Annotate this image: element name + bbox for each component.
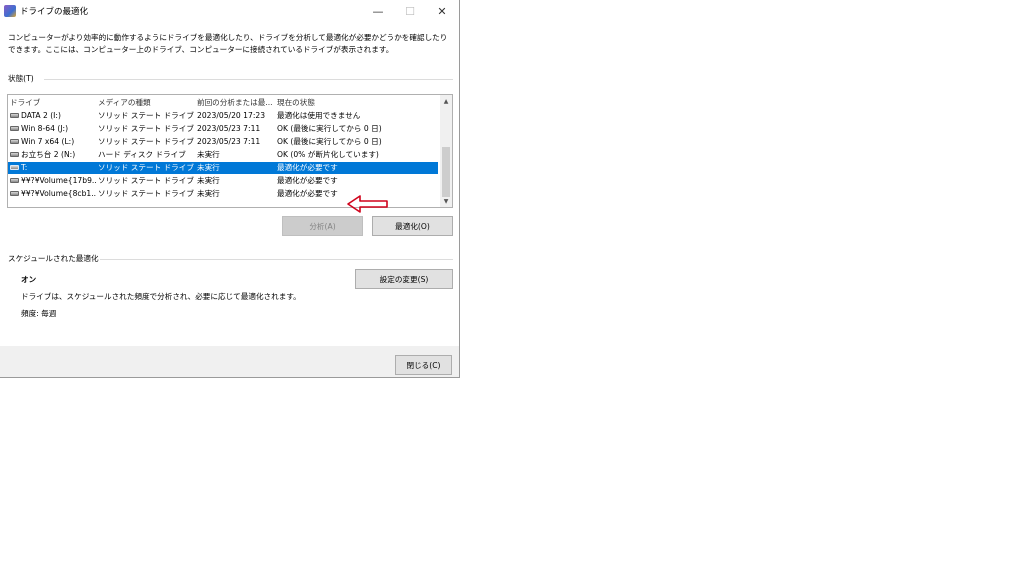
current-state: OK (最後に実行してから 0 日) xyxy=(277,137,382,146)
analyze-button: 分析(A) xyxy=(282,216,363,236)
drive-name: T: xyxy=(21,163,28,172)
table-row[interactable]: お立ち台 2 (N:) ハード ディスク ドライブ 未実行 OK (0% が断片… xyxy=(8,149,438,161)
current-state: 最適化が必要です xyxy=(277,163,338,172)
drive-name: Win 8-64 (J:) xyxy=(21,124,69,133)
drive-name: Win 7 x64 (L:) xyxy=(21,137,75,146)
change-settings-button[interactable]: 設定の変更(S) xyxy=(355,269,453,289)
status-divider xyxy=(44,79,453,80)
window-title: ドライブの最適化 xyxy=(20,7,89,17)
drive-icon xyxy=(10,152,19,157)
drive-name: ¥¥?¥Volume{17b9... xyxy=(21,176,96,185)
last-run: 2023/05/23 7:11 xyxy=(197,124,261,133)
table-row[interactable]: Win 7 x64 (L:) ソリッド ステート ドライブ 2023/05/23… xyxy=(8,136,438,148)
drive-list-header: ドライブ メディアの種類 前回の分析または最... 現在の状態 xyxy=(8,97,438,109)
defrag-app-icon xyxy=(4,5,16,17)
column-header-last-run[interactable]: 前回の分析または最... xyxy=(197,97,275,109)
drive-icon xyxy=(10,139,19,144)
media-type: ハード ディスク ドライブ xyxy=(98,150,186,159)
status-group-label: 状態(T) xyxy=(8,74,34,83)
drive-list[interactable]: ドライブ メディアの種類 前回の分析または最... 現在の状態 DATA 2 (… xyxy=(7,94,453,208)
schedule-description: ドライブは、スケジュールされた頻度で分析され、必要に応じて最適化されます。 xyxy=(21,292,301,301)
last-run: 未実行 xyxy=(197,189,220,198)
media-type: ソリッド ステート ドライブ xyxy=(98,163,194,172)
schedule-frequency: 頻度: 毎週 xyxy=(21,309,57,318)
minimize-icon[interactable]: — xyxy=(362,0,394,23)
table-row-selected[interactable]: T: ソリッド ステート ドライブ 未実行 最適化が必要です xyxy=(8,162,438,174)
media-type: ソリッド ステート ドライブ xyxy=(98,189,194,198)
column-header-status[interactable]: 現在の状態 xyxy=(277,97,437,109)
drive-icon xyxy=(10,113,19,118)
current-state: 最適化が必要です xyxy=(277,176,338,185)
drive-name: ¥¥?¥Volume{8cb1... xyxy=(21,189,96,198)
drive-icon xyxy=(10,191,19,196)
last-run: 未実行 xyxy=(197,163,220,172)
scroll-down-icon[interactable]: ▼ xyxy=(440,195,452,207)
drive-list-scrollbar[interactable]: ▲ ▼ xyxy=(440,95,452,207)
media-type: ソリッド ステート ドライブ xyxy=(98,137,194,146)
table-row[interactable]: DATA 2 (I:) ソリッド ステート ドライブ 2023/05/20 17… xyxy=(8,110,438,122)
last-run: 未実行 xyxy=(197,176,220,185)
dialog-body: コンピューターがより効率的に動作するようにドライブを最適化したり、ドライブを分析… xyxy=(0,23,459,346)
scroll-up-icon[interactable]: ▲ xyxy=(440,95,452,107)
dialog-footer: 閉じる(C) xyxy=(0,346,459,377)
scrollbar-thumb[interactable] xyxy=(442,147,450,197)
description-text: コンピューターがより効率的に動作するようにドライブを最適化したり、ドライブを分析… xyxy=(8,33,448,54)
close-button[interactable]: 閉じる(C) xyxy=(395,355,452,375)
optimize-button[interactable]: 最適化(O) xyxy=(372,216,453,236)
last-run: 未実行 xyxy=(197,150,220,159)
table-row[interactable]: ¥¥?¥Volume{17b9... ソリッド ステート ドライブ 未実行 最適… xyxy=(8,175,438,187)
drive-icon xyxy=(10,178,19,183)
media-type: ソリッド ステート ドライブ xyxy=(98,176,194,185)
last-run: 2023/05/23 7:11 xyxy=(197,137,261,146)
schedule-divider xyxy=(100,259,453,260)
drive-name: DATA 2 (I:) xyxy=(21,111,61,120)
red-arrow-icon xyxy=(347,195,388,213)
drive-icon xyxy=(10,126,19,131)
defrag-window: ドライブの最適化 — ☐ ✕ コンピューターがより効率的に動作するようにドライブ… xyxy=(0,0,460,378)
schedule-group-label: スケジュールされた最適化 xyxy=(8,254,99,263)
last-run: 2023/05/20 17:23 xyxy=(197,111,266,120)
current-state: 最適化は使用できません xyxy=(277,111,361,120)
drive-name: お立ち台 2 (N:) xyxy=(21,150,76,159)
media-type: ソリッド ステート ドライブ xyxy=(98,124,194,133)
media-type: ソリッド ステート ドライブ xyxy=(98,111,194,120)
column-header-media[interactable]: メディアの種類 xyxy=(98,97,194,109)
current-state: OK (最後に実行してから 0 日) xyxy=(277,124,382,133)
column-header-drive[interactable]: ドライブ xyxy=(10,97,96,109)
drive-icon xyxy=(10,165,19,170)
close-icon[interactable]: ✕ xyxy=(426,0,458,23)
schedule-state: オン xyxy=(21,275,37,284)
table-row[interactable]: Win 8-64 (J:) ソリッド ステート ドライブ 2023/05/23 … xyxy=(8,123,438,135)
current-state: OK (0% が断片化しています) xyxy=(277,150,379,159)
title-bar[interactable]: ドライブの最適化 — ☐ ✕ xyxy=(0,0,459,23)
maximize-icon: ☐ xyxy=(405,5,415,18)
